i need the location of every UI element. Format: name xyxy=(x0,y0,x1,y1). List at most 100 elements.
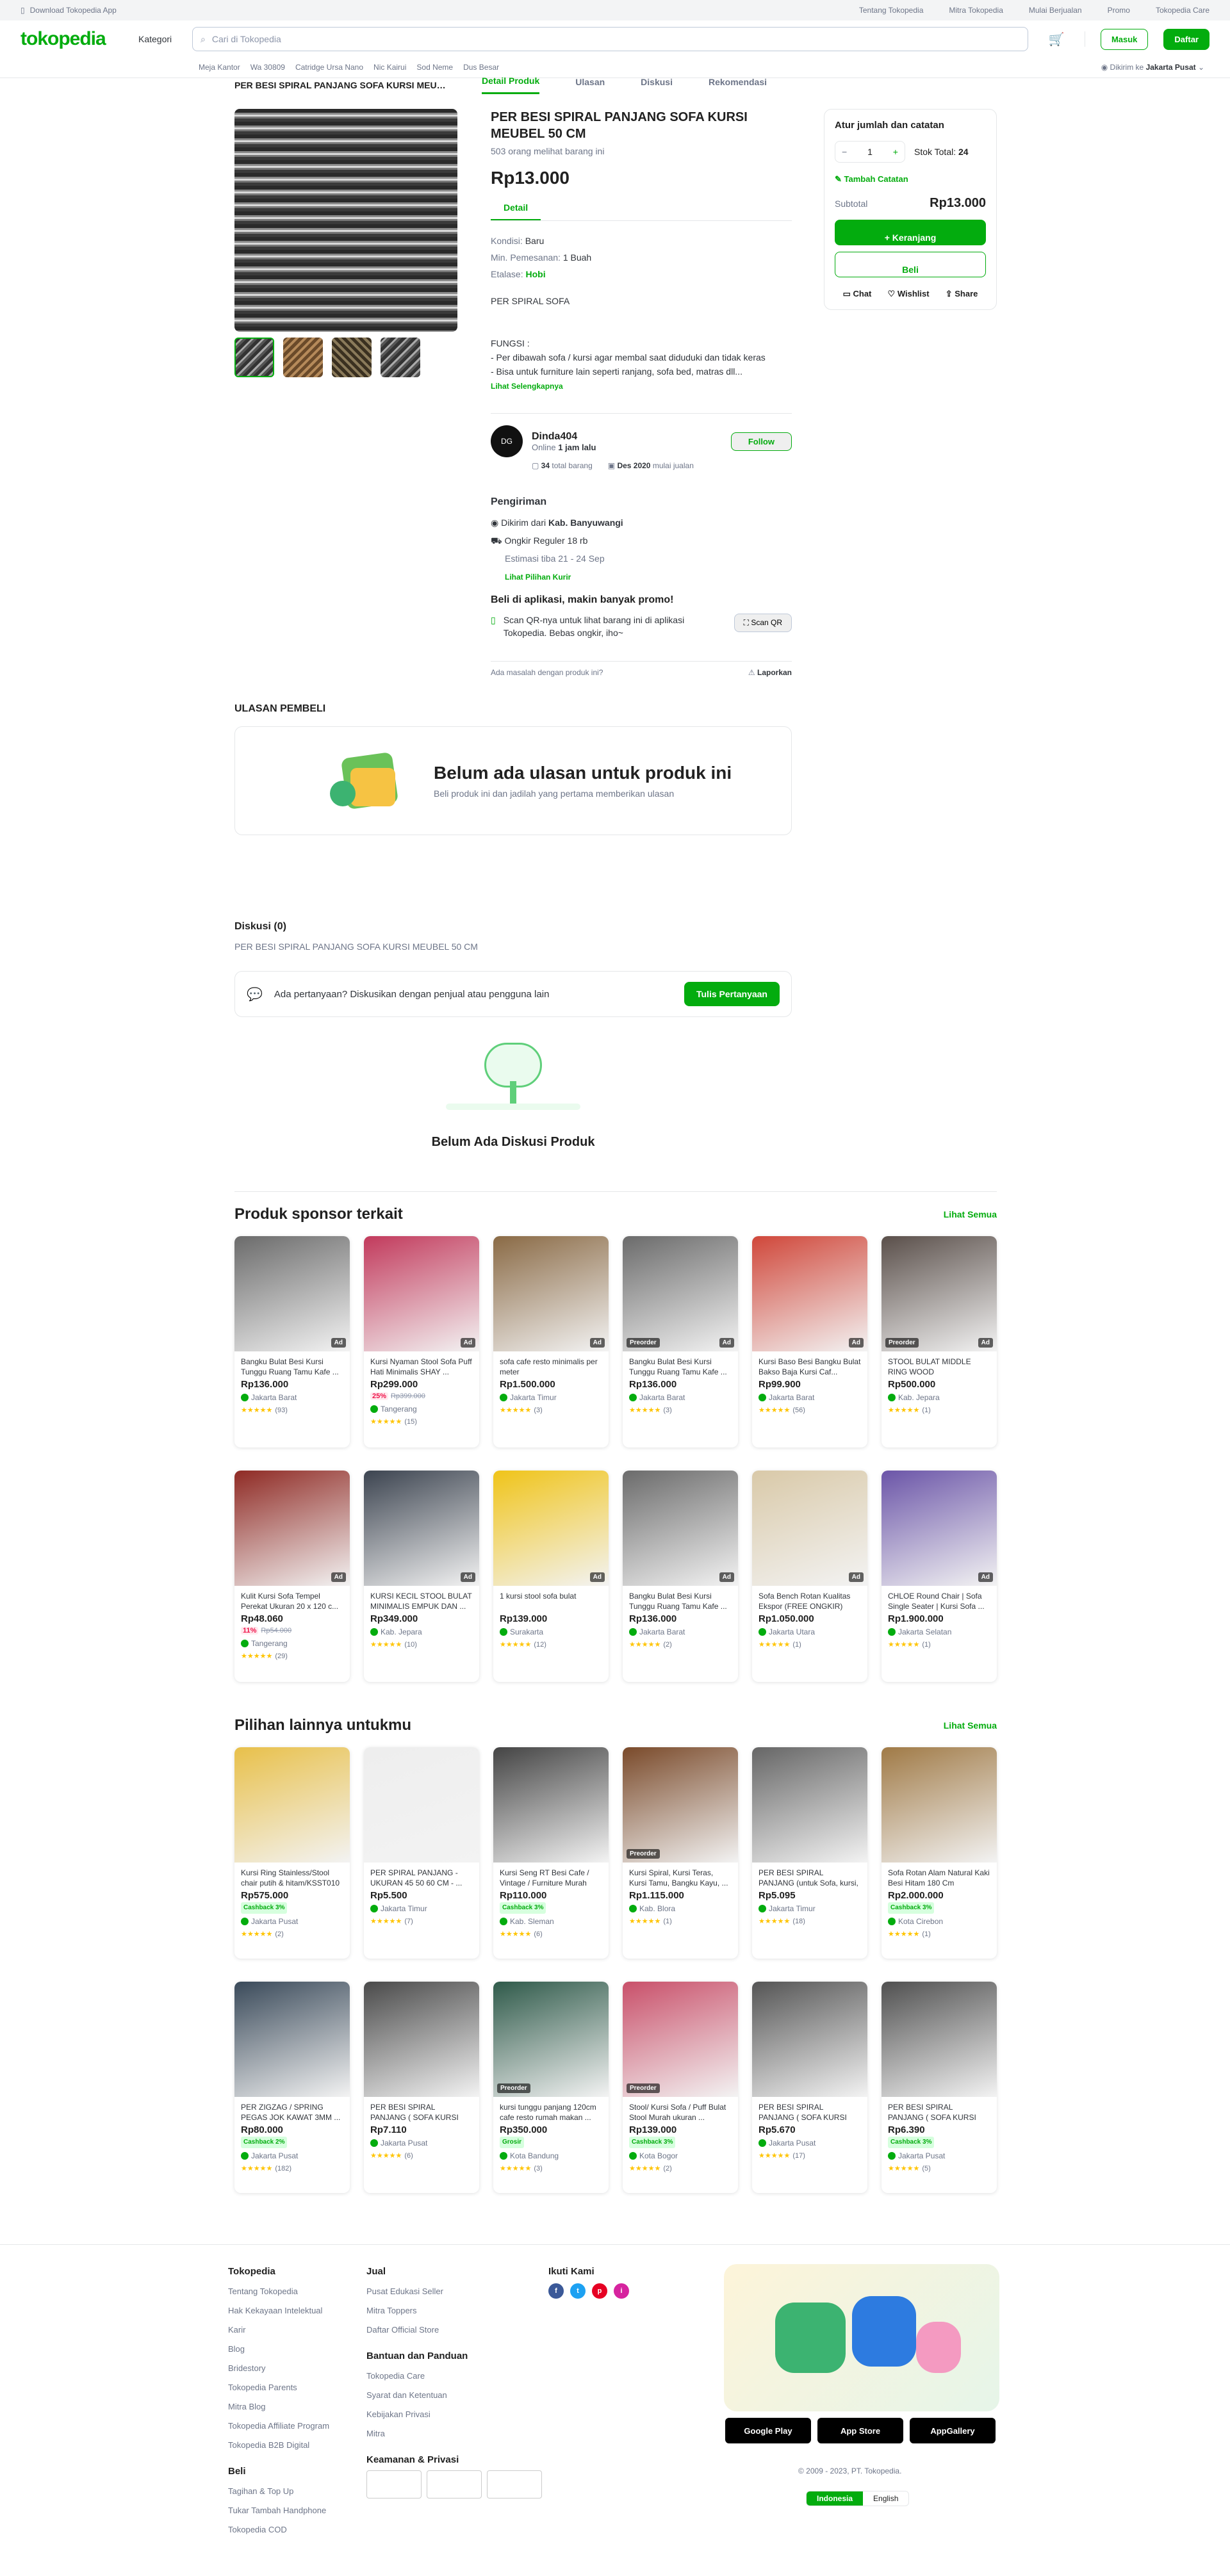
product-card[interactable]: Sofa Rotan Alam Natural Kaki Besi Hitam … xyxy=(882,1747,997,1959)
add-to-cart-button[interactable]: + Keranjang xyxy=(835,220,986,245)
product-card[interactable]: Ad Bangku Bulat Besi Kursi Tunggu Ruang T… xyxy=(623,1471,738,1682)
shipping-location[interactable]: ◉ Dikirim ke Jakarta Pusat ⌄ xyxy=(1101,63,1204,72)
footer-link[interactable]: Tokopedia B2B Digital xyxy=(228,2436,329,2455)
buy-now-button[interactable]: Beli xyxy=(835,252,986,277)
tokopedia-logo[interactable]: tokopedia xyxy=(20,28,123,50)
add-note-button[interactable]: ✎ Tambah Catatan xyxy=(835,174,986,184)
footer-link[interactable]: Daftar Official Store xyxy=(366,2320,542,2340)
product-card[interactable]: Ad Kursi Baso Besi Bangku Bulat Bakso Baj… xyxy=(752,1236,867,1447)
topbar-link-mitra[interactable]: Mitra Tokopedia xyxy=(949,6,1003,15)
footer-link[interactable]: Syarat dan Ketentuan xyxy=(366,2386,542,2405)
topbar-link-jualan[interactable]: Mulai Berjualan xyxy=(1029,6,1082,15)
product-card[interactable]: Ad Kursi Nyaman Stool Sofa Puff Hati Mini… xyxy=(364,1236,479,1447)
others-see-all-link[interactable]: Lihat Semua xyxy=(944,1720,997,1731)
footer-link[interactable]: Bridestory xyxy=(228,2359,329,2378)
product-card[interactable]: Preorder Kursi Spiral, Kursi Teras, Kursi… xyxy=(623,1747,738,1959)
product-thumbnail[interactable] xyxy=(381,338,420,377)
quantity-stepper[interactable]: −1 + xyxy=(835,141,905,163)
product-card[interactable]: PER BESI SPIRAL PANJANG ( SOFA KURSI MEU… xyxy=(752,1982,867,2193)
topbar-link-promo[interactable]: Promo xyxy=(1108,6,1130,15)
wishlist-button[interactable]: ♡ Wishlist xyxy=(888,289,930,299)
product-card[interactable]: PER BESI SPIRAL PANJANG ( SOFA KURSI MEU… xyxy=(364,1982,479,2193)
product-card[interactable]: Ad KURSI KECIL STOOL BULAT MINIMALIS EMPU… xyxy=(364,1471,479,1682)
follow-button[interactable]: Follow xyxy=(730,432,792,451)
product-thumbnail[interactable] xyxy=(332,338,372,377)
courier-options-link[interactable]: Lihat Pilihan Kurir xyxy=(491,573,571,582)
kategori-menu[interactable]: Kategori xyxy=(138,34,177,44)
google-play-button[interactable]: Google Play xyxy=(725,2418,811,2443)
pinterest-icon[interactable]: p xyxy=(592,2283,607,2299)
twitter-icon[interactable]: t xyxy=(570,2283,586,2299)
product-card[interactable]: PER BESI SPIRAL PANJANG (untuk Sofa, kur… xyxy=(752,1747,867,1959)
topbar-link-tentang[interactable]: Tentang Tokopedia xyxy=(859,6,924,15)
footer-link[interactable]: Mitra Blog xyxy=(228,2397,329,2417)
product-card[interactable]: Ad Sofa Bench Rotan Kualitas Ekspor (FREE… xyxy=(752,1471,867,1682)
product-card[interactable]: PER SPIRAL PANJANG - UKURAN 45 50 60 CM … xyxy=(364,1747,479,1959)
etalase-link[interactable]: Hobi xyxy=(525,269,545,279)
product-card[interactable]: Preorder Ad STOOL BULAT MIDDLE RING WOOD Rp… xyxy=(882,1236,997,1447)
chat-button[interactable]: ▭ Chat xyxy=(843,289,872,299)
see-more-link[interactable]: Lihat Selengkapnya xyxy=(491,382,563,391)
product-card[interactable]: Ad CHLOE Round Chair | Sofa Single Seater… xyxy=(882,1471,997,1682)
seller-avatar[interactable]: DG xyxy=(491,425,523,457)
footer-link[interactable]: Tentang Tokopedia xyxy=(228,2282,329,2301)
product-card[interactable]: Preorder kursi tunggu panjang 120cm cafe … xyxy=(493,1982,609,2193)
cart-icon[interactable]: 🛒 xyxy=(1044,31,1069,47)
product-card[interactable]: Ad sofa cafe resto minimalis per meter Rp1… xyxy=(493,1236,609,1447)
footer-link[interactable]: Tokopedia Care xyxy=(366,2367,542,2386)
product-thumbnail[interactable] xyxy=(234,338,274,377)
lang-indonesia[interactable]: Indonesia xyxy=(807,2491,864,2506)
product-card[interactable]: Preorder Stool/ Kursi Sofa / Puff Bulat S… xyxy=(623,1982,738,2193)
write-question-button[interactable]: Tulis Pertanyaan xyxy=(684,982,780,1006)
product-card[interactable]: Preorder Ad Bangku Bulat Besi Kursi Tunggu… xyxy=(623,1236,738,1447)
keyword-link[interactable]: Catridge Ursa Nano xyxy=(295,63,363,72)
keyword-link[interactable]: Wa 30809 xyxy=(250,63,285,72)
sponsor-see-all-link[interactable]: Lihat Semua xyxy=(944,1209,997,1219)
footer-link[interactable]: Tokopedia COD xyxy=(228,2520,329,2539)
product-thumbnail[interactable] xyxy=(283,338,323,377)
product-card[interactable]: PER ZIGZAG / SPRING PEGAS JOK KAWAT 3MM … xyxy=(234,1982,350,2193)
product-card[interactable]: Ad Bangku Bulat Besi Kursi Tunggu Ruang T… xyxy=(234,1236,350,1447)
lang-english[interactable]: English xyxy=(863,2491,908,2506)
tab-rekomendasi[interactable]: Rekomendasi xyxy=(709,77,767,94)
product-card[interactable]: Kursi Ring Stainless/Stool chair putih &… xyxy=(234,1747,350,1959)
keyword-link[interactable]: Nic Kairui xyxy=(373,63,406,72)
footer-link[interactable]: Tagihan & Top Up xyxy=(228,2482,329,2501)
tab-diskusi[interactable]: Diskusi xyxy=(641,77,673,94)
footer-link[interactable]: Hak Kekayaan Intelektual xyxy=(228,2301,329,2320)
facebook-icon[interactable]: f xyxy=(548,2283,564,2299)
footer-link[interactable]: Mitra xyxy=(366,2424,542,2443)
footer-link[interactable]: Kebijakan Privasi xyxy=(366,2405,542,2424)
footer-link[interactable]: Karir xyxy=(228,2320,329,2340)
detail-tab[interactable]: Detail xyxy=(491,202,792,221)
footer-link[interactable]: Tokopedia Affiliate Program xyxy=(228,2417,329,2436)
scan-qr-button[interactable]: ⛶ Scan QR xyxy=(734,614,792,632)
login-button[interactable]: Masuk xyxy=(1100,28,1149,50)
footer-link[interactable]: Tukar Tambah Handphone xyxy=(228,2501,329,2520)
download-app-link[interactable]: ▯ Download Tokopedia App xyxy=(20,6,117,15)
search-input[interactable]: ⌕ Cari di Tokopedia xyxy=(192,27,1028,51)
product-card[interactable]: PER BESI SPIRAL PANJANG ( SOFA KURSI MEU… xyxy=(882,1982,997,2193)
product-card[interactable]: Ad Kulit Kursi Sofa Tempel Perekat Ukuran… xyxy=(234,1471,350,1682)
footer-link[interactable]: Pusat Edukasi Seller xyxy=(366,2282,542,2301)
tab-detail-produk[interactable]: Detail Produk xyxy=(482,76,540,94)
product-main-image[interactable] xyxy=(234,109,457,332)
report-link[interactable]: ⚠ Laporkan xyxy=(748,668,792,677)
footer-link[interactable]: Blog xyxy=(228,2340,329,2359)
instagram-icon[interactable]: i xyxy=(614,2283,629,2299)
seller-name[interactable]: Dinda404 xyxy=(532,431,596,443)
tab-ulasan[interactable]: Ulasan xyxy=(575,77,605,94)
keyword-link[interactable]: Dus Besar xyxy=(463,63,499,72)
topbar-link-care[interactable]: Tokopedia Care xyxy=(1156,6,1210,15)
product-card[interactable]: Kursi Seng RT Besi Cafe / Vintage / Furn… xyxy=(493,1747,609,1959)
product-card-price: Rp1.500.000 xyxy=(500,1379,555,1390)
share-button[interactable]: ⇪ Share xyxy=(946,289,978,299)
product-card[interactable]: Ad 1 kursi stool sofa bulat Rp139.000 Surak… xyxy=(493,1471,609,1682)
footer-link[interactable]: Mitra Toppers xyxy=(366,2301,542,2320)
appgallery-button[interactable]: AppGallery xyxy=(910,2418,996,2443)
footer-link[interactable]: Tokopedia Parents xyxy=(228,2378,329,2397)
app-store-button[interactable]: App Store xyxy=(817,2418,903,2443)
keyword-link[interactable]: Sod Neme xyxy=(416,63,453,72)
register-button[interactable]: Daftar xyxy=(1163,28,1210,50)
keyword-link[interactable]: Meja Kantor xyxy=(199,63,240,72)
